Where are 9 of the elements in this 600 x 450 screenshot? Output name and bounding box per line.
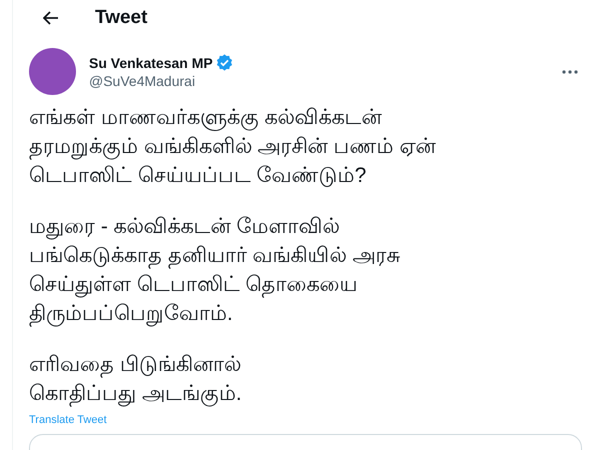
page-title: Tweet [95,7,148,29]
more-icon[interactable] [562,70,578,74]
back-icon[interactable] [43,11,59,25]
tweet-paragraph: எங்கள் மாணவர்களுக்கு கல்விக்கடன் தரமறுக்கும் வங்கிகளில் அரசின் பணம் ஏன் டெபாஸிட் செய்யப்பட வேண்டும்? [29,105,437,189]
tweet-paragraph: மதுரை - கல்விக்கடன் மேளாவில் பங்கெடுக்காத தனியார் வங்கியில் அரசு செய்துள்ள டெபாஸிட் தொகையை திரும்பப்பெறுவோம். [29,214,402,328]
tweet-paragraph: எரிவதை பிடுங்கினால் கொதிப்பது அடங்கும். [29,352,243,408]
author-name[interactable]: Su Venkatesan MP [89,54,213,70]
author-handle[interactable]: @SuVe4Madurai [89,73,233,89]
avatar [29,48,76,95]
